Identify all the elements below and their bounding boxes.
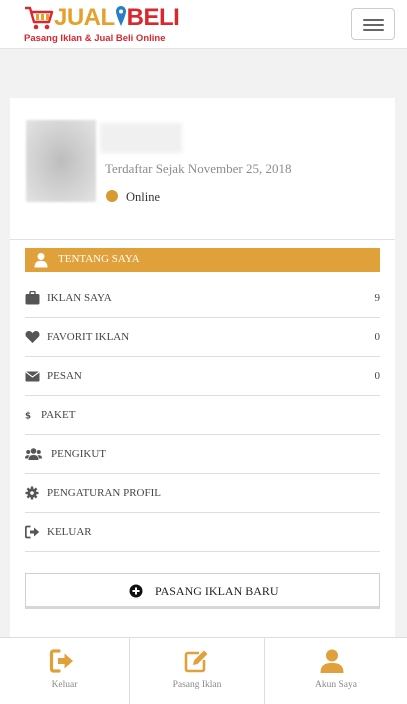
menu-item-iklan-saya[interactable]: IKLAN SAYA 9 — [25, 279, 380, 318]
bottom-nav-label: Akun Saya — [315, 680, 357, 690]
menu-item-label: PESAN — [47, 370, 82, 382]
menu-header-label: TENTANG SAYA — [58, 253, 140, 265]
logo-word-beli: BELI — [126, 4, 180, 31]
site-logo[interactable]: JUAL BELI Pasang Iklan & Jual Beli Online — [24, 4, 194, 46]
dollar-icon: $ — [25, 412, 31, 422]
hamburger-bar-icon — [363, 19, 384, 21]
gear-icon — [25, 486, 39, 500]
menu-item-favorit-iklan[interactable]: FAVORIT IKLAN 0 — [25, 318, 380, 357]
avatar — [26, 120, 96, 202]
bottom-nav-pasang-iklan[interactable]: Pasang Iklan — [130, 638, 265, 704]
briefcase-icon — [25, 291, 40, 305]
envelope-icon — [25, 371, 40, 382]
menu-item-pesan[interactable]: PESAN 0 — [25, 357, 380, 396]
registered-since: Terdaftar Sejak November 25, 2018 — [105, 161, 292, 176]
logo-tagline: Pasang Iklan & Jual Beli Online — [24, 33, 166, 44]
menu-item-keluar[interactable]: KELUAR — [25, 513, 380, 552]
bottom-nav-label: Keluar — [51, 680, 78, 690]
map-pin-icon — [115, 6, 126, 26]
user-name-blurred — [100, 123, 182, 153]
menu-item-pengikut[interactable]: PENGIKUT — [25, 435, 380, 474]
user-icon — [34, 253, 48, 268]
bottom-navigation: Keluar Pasang Iklan Akun Saya — [0, 637, 407, 704]
menu-item-label: PENGIKUT — [51, 448, 106, 460]
plus-circle-icon — [129, 584, 143, 598]
logo-wordmark: JUAL BELI — [54, 4, 180, 32]
menu-item-label: KELUAR — [47, 526, 92, 538]
menu-item-count: 0 — [374, 331, 381, 343]
menu-item-paket[interactable]: $ PAKET — [25, 396, 380, 435]
menu-toggle-button[interactable] — [351, 8, 395, 40]
menu-item-pengaturan-profil[interactable]: PENGATURAN PROFIL — [25, 474, 380, 513]
edit-icon — [184, 650, 208, 673]
sign-out-icon — [49, 649, 73, 673]
user-icon — [320, 649, 344, 673]
bottom-nav-label: Pasang Iklan — [172, 680, 222, 690]
hamburger-bar-icon — [363, 24, 384, 26]
svg-text:$: $ — [25, 412, 31, 422]
heart-icon — [25, 331, 40, 343]
divider — [10, 239, 395, 240]
sign-out-icon — [25, 525, 40, 539]
hamburger-bar-icon — [363, 29, 384, 31]
menu-item-label: FAVORIT IKLAN — [47, 331, 130, 343]
menu-item-label: PENGATURAN PROFIL — [47, 487, 161, 499]
new-ad-button-label: PASANG IKLAN BARU — [155, 584, 279, 598]
bottom-nav-keluar[interactable]: Keluar — [0, 638, 130, 704]
bottom-nav-akun-saya[interactable]: Akun Saya — [265, 638, 407, 704]
profile-card: Terdaftar Sejak November 25, 2018 Online… — [10, 98, 395, 638]
status-dot-icon — [106, 190, 118, 202]
menu-header-tentang-saya[interactable]: TENTANG SAYA — [25, 248, 380, 272]
online-status: Online — [106, 190, 160, 205]
menu-item-label: IKLAN SAYA — [47, 292, 112, 304]
new-ad-button[interactable]: PASANG IKLAN BARU — [25, 573, 380, 609]
logo-word-jual: JUAL — [54, 4, 115, 31]
status-label: Online — [126, 190, 161, 204]
cart-logo-icon — [25, 6, 54, 30]
menu-item-label: PAKET — [41, 409, 76, 421]
top-navbar: JUAL BELI Pasang Iklan & Jual Beli Online — [0, 0, 407, 49]
menu-item-count: 9 — [374, 292, 381, 304]
menu-item-count: 0 — [374, 370, 381, 382]
users-icon — [25, 448, 42, 460]
